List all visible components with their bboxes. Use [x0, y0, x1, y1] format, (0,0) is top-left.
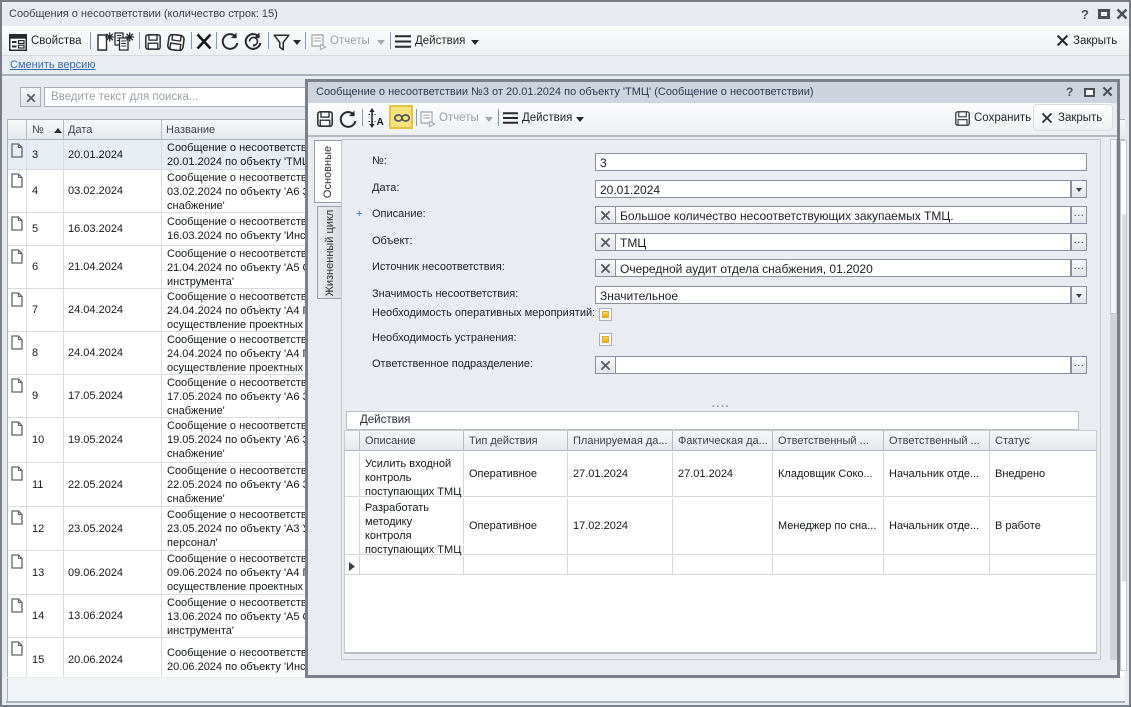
svg-text:A: A — [377, 117, 384, 128]
